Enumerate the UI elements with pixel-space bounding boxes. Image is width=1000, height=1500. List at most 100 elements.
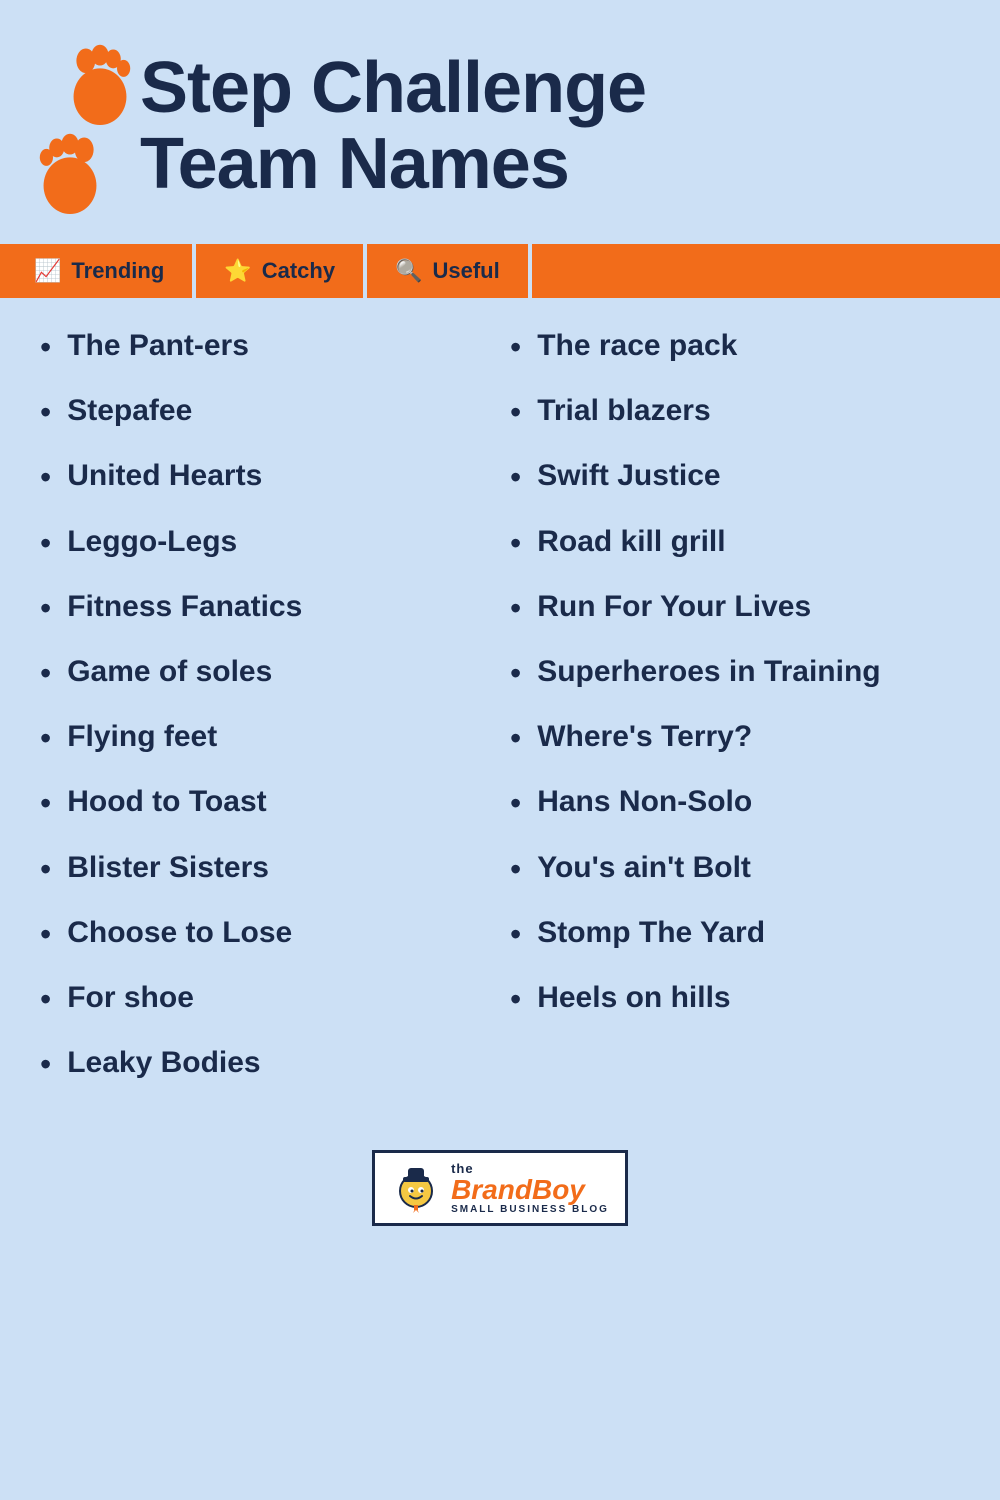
brand-text-block: the BrandBoy SMALL BUSINESS BLOG xyxy=(451,1161,609,1215)
item-text: You's ain't Bolt xyxy=(537,850,751,886)
list-item: • Leggo-Legs xyxy=(40,524,490,561)
tab-catchy-label: Catchy xyxy=(262,258,335,284)
tab-trending-label: Trending xyxy=(71,258,164,284)
bullet: • xyxy=(510,982,521,1017)
bullet: • xyxy=(510,786,521,821)
bullet: • xyxy=(510,591,521,626)
catchy-icon: ⭐ xyxy=(224,258,251,284)
list-item: • You's ain't Bolt xyxy=(510,850,960,887)
item-text: Road kill grill xyxy=(537,524,725,560)
list-item: • Stomp The Yard xyxy=(510,915,960,952)
bullet: • xyxy=(40,917,51,952)
item-text: Choose to Lose xyxy=(67,915,292,951)
item-text: Stepafee xyxy=(67,393,192,429)
bullet: • xyxy=(510,656,521,691)
item-text: Heels on hills xyxy=(537,980,730,1016)
title-line2: Team Names xyxy=(140,124,569,204)
brand-logo: the BrandBoy SMALL BUSINESS BLOG xyxy=(372,1150,628,1226)
item-text: Leggo-Legs xyxy=(67,524,237,560)
brand-sub: SMALL BUSINESS BLOG xyxy=(451,1204,609,1215)
bullet: • xyxy=(510,852,521,887)
tab-bar: 📈 Trending ⭐ Catchy 🔍 Useful xyxy=(0,244,1000,298)
item-text: Blister Sisters xyxy=(67,850,269,886)
list-item: • The Pant-ers xyxy=(40,328,490,365)
tab-useful[interactable]: 🔍 Useful xyxy=(367,244,532,298)
item-text: United Hearts xyxy=(67,458,262,494)
item-text: Flying feet xyxy=(67,719,217,755)
list-item: • Stepafee xyxy=(40,393,490,430)
list-item: • For shoe xyxy=(40,980,490,1017)
list-item: • Flying feet xyxy=(40,719,490,756)
bullet: • xyxy=(40,852,51,887)
bullet: • xyxy=(510,721,521,756)
list-section: • The Pant-ers • Stepafee • United Heart… xyxy=(0,298,1000,1130)
item-text: Swift Justice xyxy=(537,458,720,494)
list-item: • Game of soles xyxy=(40,654,490,691)
trending-icon: 📈 xyxy=(34,258,61,284)
left-column: • The Pant-ers • Stepafee • United Heart… xyxy=(40,328,490,1110)
footprint-right xyxy=(65,40,135,125)
bullet: • xyxy=(40,395,51,430)
list-item: • Blister Sisters xyxy=(40,850,490,887)
footer: the BrandBoy SMALL BUSINESS BLOG xyxy=(0,1130,1000,1256)
item-text: Superheroes in Training xyxy=(537,654,880,690)
item-text: Fitness Fanatics xyxy=(67,589,302,625)
brand-name: BrandBoy xyxy=(451,1176,585,1204)
tab-useful-label: Useful xyxy=(432,258,499,284)
list-item: • Choose to Lose xyxy=(40,915,490,952)
bullet: • xyxy=(510,917,521,952)
title-block: Step Challenge Team Names xyxy=(140,51,960,202)
bullet: • xyxy=(40,1047,51,1082)
bullet: • xyxy=(40,982,51,1017)
bullet: • xyxy=(510,526,521,561)
page-wrapper: Step Challenge Team Names 📈 Trending ⭐ C… xyxy=(0,0,1000,1500)
brand-mascot-icon xyxy=(391,1163,441,1213)
item-text: Hans Non-Solo xyxy=(537,784,752,820)
useful-icon: 🔍 xyxy=(395,258,422,284)
bullet: • xyxy=(40,591,51,626)
bullet: • xyxy=(40,330,51,365)
main-title: Step Challenge Team Names xyxy=(140,51,960,202)
item-text: Where's Terry? xyxy=(537,719,752,755)
list-item: • Where's Terry? xyxy=(510,719,960,756)
brand-name-part1: Brand xyxy=(451,1174,532,1205)
bullet: • xyxy=(510,330,521,365)
bullet: • xyxy=(40,721,51,756)
item-text: Run For Your Lives xyxy=(537,589,811,625)
item-text: Trial blazers xyxy=(537,393,710,429)
list-item: • Hans Non-Solo xyxy=(510,784,960,821)
title-line1: Step Challenge xyxy=(140,48,646,128)
bullet: • xyxy=(40,460,51,495)
item-text: The Pant-ers xyxy=(67,328,249,364)
list-item: • Superheroes in Training xyxy=(510,654,960,691)
list-item: • Heels on hills xyxy=(510,980,960,1017)
list-item: • Fitness Fanatics xyxy=(40,589,490,626)
list-item: • United Hearts xyxy=(40,458,490,495)
list-item: • Trial blazers xyxy=(510,393,960,430)
tab-bar-end xyxy=(532,244,1000,298)
list-item: • Hood to Toast xyxy=(40,784,490,821)
footprints-icon xyxy=(40,40,110,214)
list-item: • Run For Your Lives xyxy=(510,589,960,626)
tab-catchy[interactable]: ⭐ Catchy xyxy=(196,244,367,298)
bullet: • xyxy=(40,656,51,691)
right-column: • The race pack • Trial blazers • Swift … xyxy=(510,328,960,1110)
list-item: • Leaky Bodies xyxy=(40,1045,490,1082)
bullet: • xyxy=(510,460,521,495)
bullet: • xyxy=(40,786,51,821)
list-item: • Swift Justice xyxy=(510,458,960,495)
item-text: Leaky Bodies xyxy=(67,1045,260,1081)
item-text: Game of soles xyxy=(67,654,272,690)
list-item: • Road kill grill xyxy=(510,524,960,561)
item-text: For shoe xyxy=(67,980,194,1016)
footprint-left xyxy=(35,129,105,214)
tab-trending[interactable]: 📈 Trending xyxy=(6,244,196,298)
item-text: Hood to Toast xyxy=(67,784,266,820)
bullet: • xyxy=(40,526,51,561)
header: Step Challenge Team Names xyxy=(0,0,1000,234)
bullet: • xyxy=(510,395,521,430)
brand-name-part2: Boy xyxy=(532,1174,585,1205)
list-item: • The race pack xyxy=(510,328,960,365)
item-text: Stomp The Yard xyxy=(537,915,765,951)
item-text: The race pack xyxy=(537,328,737,364)
